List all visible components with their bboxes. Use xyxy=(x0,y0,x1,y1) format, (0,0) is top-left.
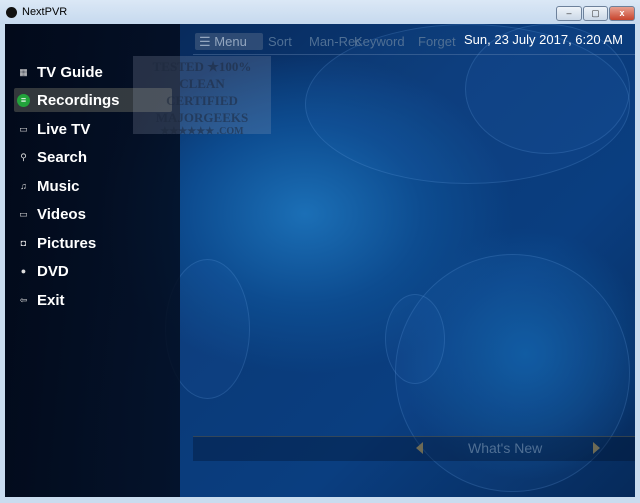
watermark-stamp: TESTED ★100% CLEAN CERTIFIED MAJORGEEKS … xyxy=(133,56,271,137)
previous-arrow-icon[interactable] xyxy=(416,442,423,454)
window-title: NextPVR xyxy=(22,6,68,18)
tv-icon: ▭ xyxy=(19,123,28,134)
app-icon xyxy=(6,7,17,18)
search-icon: ⚲ xyxy=(20,151,27,162)
app-client-area: ▦ TV Guide ≡ Recordings ▭ Live TV ⚲ Search ♫… xyxy=(5,24,635,497)
film-icon: ▭ xyxy=(19,208,28,219)
grid-icon: ▦ xyxy=(19,66,28,77)
sidebar-item-music[interactable]: ♫ Music xyxy=(14,174,172,198)
title-bar: NextPVR – ▢ x xyxy=(0,0,640,24)
exit-icon: ⇦ xyxy=(19,294,28,305)
close-button[interactable]: x xyxy=(609,6,635,21)
list-icon: ≡ xyxy=(17,93,30,107)
sidebar-item-pictures[interactable]: ◘ Pictures xyxy=(14,231,172,255)
sort-button[interactable]: Sort xyxy=(268,34,292,49)
disc-icon: ● xyxy=(20,265,27,276)
sidebar-item-videos[interactable]: ▭ Videos xyxy=(14,202,172,226)
music-icon: ♫ xyxy=(20,180,27,191)
sidebar-item-exit[interactable]: ⇦ Exit xyxy=(14,288,172,312)
menu-button[interactable]: ☰ Menu xyxy=(195,33,263,50)
datetime-display: Sun, 23 July 2017, 6:20 AM xyxy=(464,32,623,47)
bottom-bar xyxy=(193,436,635,461)
sidebar-item-search[interactable]: ⚲ Search xyxy=(14,145,172,169)
divider xyxy=(193,54,635,55)
sidebar-item-dvd[interactable]: ● DVD xyxy=(14,259,172,283)
minimize-button[interactable]: – xyxy=(556,6,582,21)
camera-icon: ◘ xyxy=(20,237,27,248)
whats-new-label[interactable]: What's New xyxy=(468,440,542,456)
keyword-button[interactable]: Keyword xyxy=(354,34,405,49)
background-decoration xyxy=(385,294,445,384)
hamburger-icon: ☰ xyxy=(199,34,211,49)
maximize-button[interactable]: ▢ xyxy=(583,6,608,21)
forget-button[interactable]: Forget xyxy=(418,34,456,49)
next-arrow-icon[interactable] xyxy=(593,442,600,454)
